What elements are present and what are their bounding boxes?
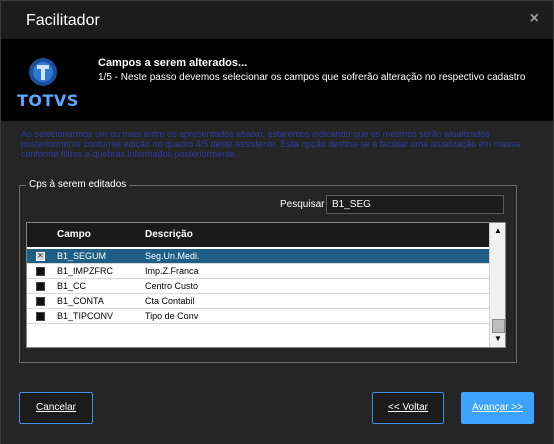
scroll-up-icon[interactable]: ▲ — [492, 225, 504, 237]
table-row[interactable]: B1_CC Centro Custo — [27, 279, 489, 294]
column-header-campo[interactable]: Campo — [57, 229, 91, 240]
table-row[interactable]: B1_TIPCONV Tipo de Conv — [27, 309, 489, 324]
cell-campo: B1_CONTA — [57, 296, 104, 306]
cancel-button[interactable]: Cancelar — [19, 392, 93, 424]
search-input[interactable] — [326, 195, 504, 214]
row-checkbox[interactable] — [36, 267, 45, 276]
scroll-down-icon[interactable]: ▼ — [492, 333, 504, 345]
back-button[interactable]: << Voltar — [372, 392, 444, 424]
step-description: 1/5 - Neste passo devemos selecionar os … — [98, 72, 526, 83]
info-text: Ao selecionarmos um ou mais entre os apr… — [21, 129, 521, 159]
step-title: Campos a serem alterados... — [98, 57, 248, 69]
fields-group: Cps à serem editados Pesquisar Campo Des… — [19, 179, 517, 363]
table-row[interactable]: B1_CONTA Cta Contabil — [27, 294, 489, 309]
column-header-descricao[interactable]: Descrição — [145, 229, 193, 240]
wizard-window: Facilitador × TOTVS Campos a serem alter… — [0, 0, 554, 444]
close-icon[interactable]: × — [530, 10, 539, 28]
wizard-body: Ao selecionarmos um ou mais entre os apr… — [1, 121, 553, 444]
scroll-thumb[interactable] — [492, 319, 505, 333]
cell-campo: B1_CC — [57, 281, 87, 291]
totvs-logo-icon — [29, 58, 57, 86]
grid-header: Campo Descrição — [27, 223, 489, 247]
row-checkbox[interactable] — [36, 282, 45, 291]
cell-campo: B1_TIPCONV — [57, 311, 114, 321]
cell-descricao: Cta Contabil — [145, 296, 195, 306]
row-checkbox[interactable] — [36, 312, 45, 321]
checkmark-icon: ✕ — [37, 251, 44, 260]
cell-campo: B1_SEGUM — [57, 251, 107, 261]
title-bar: Facilitador × — [1, 1, 553, 39]
cell-campo: B1_IMPZFRC — [57, 266, 114, 276]
wizard-header: TOTVS Campos a serem alterados... 1/5 - … — [1, 39, 553, 121]
vertical-scrollbar[interactable]: ▲ ▼ — [489, 223, 505, 347]
fields-grid: Campo Descrição ✕ B1_SEGUM Seg.Un.Medi. B1_… — [26, 222, 506, 348]
cell-descricao: Tipo de Conv — [145, 311, 199, 321]
totvs-logo: TOTVS — [17, 57, 79, 115]
table-row[interactable]: ✕ B1_SEGUM Seg.Un.Medi. — [27, 249, 489, 264]
cell-descricao: Imp.Z.Franca — [145, 266, 199, 276]
window-title: Facilitador — [26, 12, 100, 29]
row-checkbox[interactable] — [36, 297, 45, 306]
row-checkbox[interactable]: ✕ — [36, 251, 45, 261]
group-legend: Cps à serem editados — [26, 179, 130, 190]
grid-body: ✕ B1_SEGUM Seg.Un.Medi. B1_IMPZFRC Imp.Z.Fra… — [27, 249, 489, 324]
table-row[interactable]: B1_IMPZFRC Imp.Z.Franca — [27, 264, 489, 279]
cell-descricao: Centro Custo — [145, 281, 199, 291]
logo-text: TOTVS — [17, 91, 79, 110]
cell-descricao: Seg.Un.Medi. — [145, 251, 200, 261]
search-label: Pesquisar — [280, 199, 325, 210]
next-button[interactable]: Avançar >> — [461, 392, 534, 424]
